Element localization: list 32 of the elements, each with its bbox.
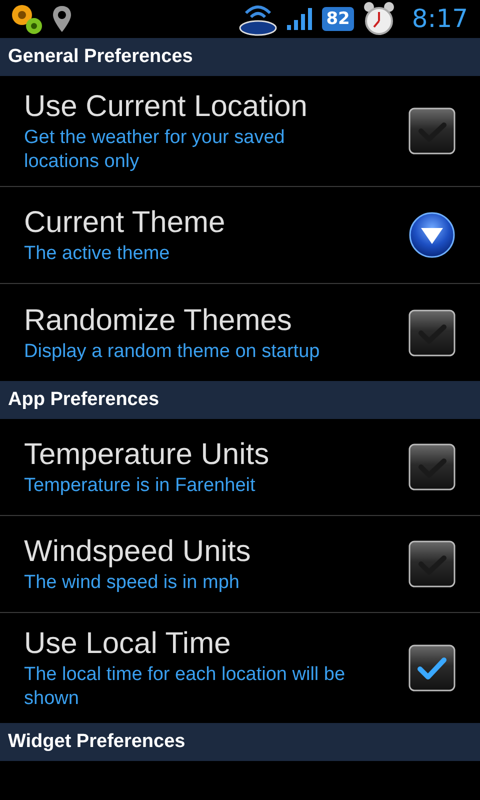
preference-row[interactable]: Use Local Time The local time for each location will be shown xyxy=(0,613,480,723)
preference-row[interactable]: Randomize Themes Display a random theme on startup xyxy=(0,284,480,381)
section-header: App Preferences xyxy=(0,381,480,419)
preference-summary: The local time for each location will be shown xyxy=(24,663,346,711)
alarm-clock-icon xyxy=(362,1,396,37)
clock-time: 8:17 xyxy=(412,3,468,36)
checkbox[interactable] xyxy=(408,443,456,491)
preference-title: Use Current Location xyxy=(24,89,308,125)
battery-level: 82 xyxy=(322,7,354,31)
preference-summary: Temperature is in Farenheit xyxy=(24,474,256,498)
dropdown-icon[interactable] xyxy=(408,211,456,259)
preference-summary: The wind speed is in mph xyxy=(24,571,240,595)
preference-summary: Get the weather for your saved locations only xyxy=(24,126,286,174)
section-header: General Preferences xyxy=(0,38,480,76)
section-header: Widget Preferences xyxy=(0,723,480,761)
signal-icon xyxy=(286,7,314,31)
location-pin-icon xyxy=(52,5,72,33)
preference-row[interactable]: Use Current Location Get the weather for your saved locations only xyxy=(0,76,480,187)
preference-row[interactable]: Temperature Units Temperature is in Farenheit xyxy=(0,419,480,516)
checkbox[interactable] xyxy=(408,644,456,692)
preference-summary: Display a random theme on startup xyxy=(24,340,321,364)
preference-title: Current Theme xyxy=(24,205,226,241)
preference-title: Use Local Time xyxy=(24,626,232,662)
checkbox[interactable] xyxy=(408,107,456,155)
preference-title: Windspeed Units xyxy=(24,534,252,570)
preference-title: Temperature Units xyxy=(24,437,270,473)
checkbox[interactable] xyxy=(408,308,456,356)
preference-summary: The active theme xyxy=(24,242,171,266)
checkbox[interactable] xyxy=(408,540,456,588)
preference-title: Randomize Themes xyxy=(24,302,293,338)
preference-row[interactable]: Current Theme The active theme xyxy=(0,187,480,284)
preference-row[interactable]: Windspeed Units The wind speed is in mph xyxy=(0,516,480,613)
